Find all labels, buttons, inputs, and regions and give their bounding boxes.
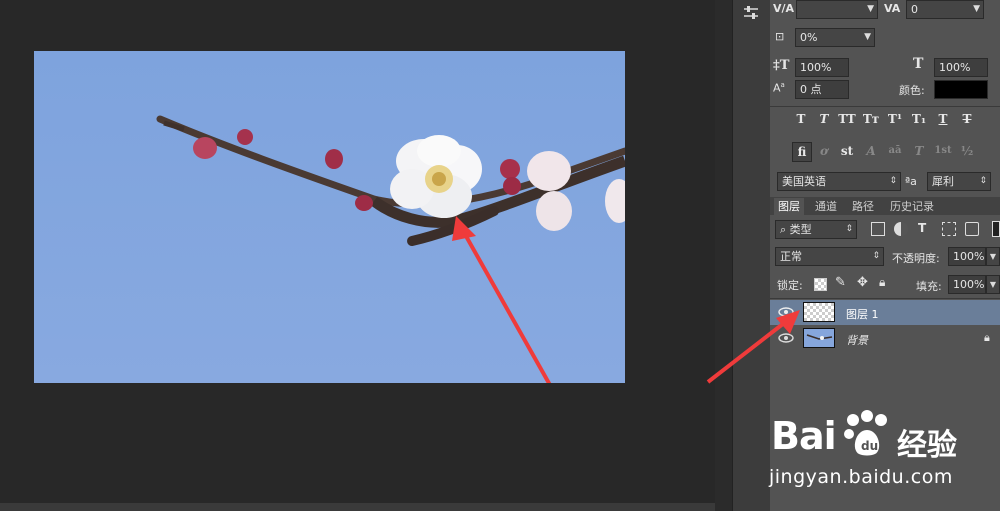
- layer-filter-select[interactable]: ⌕ 类型 ⇕: [775, 220, 857, 239]
- ordinal-button[interactable]: 1st: [934, 142, 952, 160]
- layer-name: 图层 1: [846, 308, 879, 321]
- tsume-select[interactable]: 0% ▼: [795, 28, 875, 47]
- layer-name: 背景: [846, 334, 868, 347]
- fractions-button[interactable]: ½: [958, 142, 976, 160]
- fill-input[interactable]: 100%: [948, 275, 986, 294]
- paw-icon: du: [844, 410, 887, 456]
- smart-object-filter-icon[interactable]: [965, 222, 979, 236]
- stylistic-alternates-button[interactable]: A: [862, 142, 880, 160]
- tsume-icon: ⊡: [775, 30, 785, 43]
- vertical-scale-icon: ‡T: [773, 58, 790, 73]
- tab-paths[interactable]: 路径: [848, 198, 878, 215]
- type-filter-icon[interactable]: T: [918, 221, 926, 235]
- adjustment-filter-icon[interactable]: [894, 222, 908, 236]
- watermark-url: jingyan.baidu.com: [769, 466, 953, 488]
- faux-italic-button[interactable]: T: [815, 110, 833, 128]
- ordinals-button[interactable]: T: [910, 142, 928, 160]
- text-color-swatch[interactable]: [934, 80, 988, 99]
- antialias-icon: ªa: [905, 175, 917, 188]
- chevron-down-icon: ▼: [973, 4, 980, 14]
- all-caps-button[interactable]: TT: [838, 110, 856, 128]
- pixel-filter-icon[interactable]: [871, 222, 885, 236]
- tracking-icon: VA: [884, 2, 901, 15]
- lock-image-pixels-icon[interactable]: ✎: [835, 275, 846, 290]
- horizontal-scale-input[interactable]: 100%: [934, 58, 988, 77]
- red-annotation-arrow: [706, 310, 800, 384]
- svg-text:du: du: [861, 439, 878, 453]
- chevron-down-icon: ▼: [864, 32, 871, 42]
- antialias-value: 犀利: [932, 175, 954, 188]
- watermark-brand-left: Bai: [771, 414, 837, 458]
- antialias-select[interactable]: 犀利 ⇕: [927, 172, 991, 191]
- layers-tab-bar: [770, 197, 1000, 215]
- titling-alternates-button[interactable]: aā: [886, 142, 904, 160]
- divider: [770, 106, 1000, 107]
- lock-position-icon[interactable]: ✥: [857, 275, 868, 290]
- lock-transparent-pixels-icon[interactable]: [814, 278, 827, 291]
- discretionary-ligatures-button[interactable]: ơ: [815, 142, 833, 160]
- plum-blossom-photo: [156, 115, 633, 402]
- kerning-icon: V/A: [773, 2, 795, 15]
- color-label: 颜色:: [899, 84, 925, 97]
- tab-history[interactable]: 历史记录: [886, 198, 938, 215]
- lock-all-icon[interactable]: 🔒︎: [879, 275, 885, 290]
- lock-label: 锁定:: [777, 279, 803, 292]
- tracking-value: 0: [911, 3, 918, 16]
- blend-mode-value: 正常: [780, 250, 802, 263]
- ligatures-button[interactable]: fi: [792, 142, 812, 162]
- tracking-select[interactable]: 0 ▼: [906, 0, 984, 19]
- swash-button[interactable]: st: [838, 142, 856, 160]
- chevron-updown-icon: ⇕: [979, 176, 987, 186]
- baseline-shift-icon: Aa: [773, 81, 785, 95]
- chevron-updown-icon: ⇕: [889, 176, 897, 186]
- tab-layers[interactable]: 图层: [774, 198, 804, 215]
- strikethrough-button[interactable]: T: [958, 110, 976, 128]
- properties-icon[interactable]: [742, 4, 760, 22]
- underline-button[interactable]: T: [934, 110, 952, 128]
- faux-bold-button[interactable]: T: [792, 110, 810, 128]
- vertical-scale-input[interactable]: 100%: [795, 58, 849, 77]
- fill-label: 填充:: [916, 280, 942, 293]
- lock-icon: 🔒︎: [984, 331, 990, 344]
- watermark-brand-right: 经验: [897, 428, 957, 463]
- search-icon: ⌕: [780, 223, 790, 236]
- baseline-shift-input[interactable]: 0 点: [795, 80, 849, 99]
- tsume-value: 0%: [800, 31, 818, 44]
- shape-filter-icon[interactable]: [942, 222, 956, 236]
- horizontal-scale-icon: T: [913, 56, 924, 72]
- language-select[interactable]: 美国英语 ⇕: [777, 172, 901, 191]
- small-caps-button[interactable]: Tт: [862, 110, 880, 128]
- chevron-down-icon: ▼: [867, 4, 874, 14]
- subscript-button[interactable]: T₁: [910, 110, 928, 128]
- filter-kind-value: 类型: [789, 223, 812, 236]
- status-bar: [0, 503, 715, 511]
- opacity-label: 不透明度:: [892, 252, 940, 265]
- dock-divider: [715, 0, 732, 511]
- divider: [770, 298, 1000, 299]
- tab-channels[interactable]: 通道: [811, 198, 841, 215]
- main-flower: [390, 135, 482, 218]
- superscript-button[interactable]: T¹: [886, 110, 904, 128]
- language-value: 美国英语: [782, 175, 826, 188]
- kerning-select[interactable]: ▼: [796, 0, 878, 19]
- chevron-updown-icon: ⇕: [845, 224, 853, 234]
- blend-mode-select[interactable]: 正常 ⇕: [775, 247, 884, 266]
- fill-dropdown-arrow[interactable]: ▼: [986, 275, 1000, 294]
- filter-toggle-switch[interactable]: [992, 221, 1000, 237]
- baidu-jingyan-watermark: Bai du 经验 jingyan.baidu.com: [765, 400, 1000, 500]
- opacity-dropdown-arrow[interactable]: ▼: [986, 247, 1000, 266]
- opacity-input[interactable]: 100%: [948, 247, 986, 266]
- canvas-image[interactable]: [34, 51, 633, 402]
- chevron-updown-icon: ⇕: [872, 251, 880, 261]
